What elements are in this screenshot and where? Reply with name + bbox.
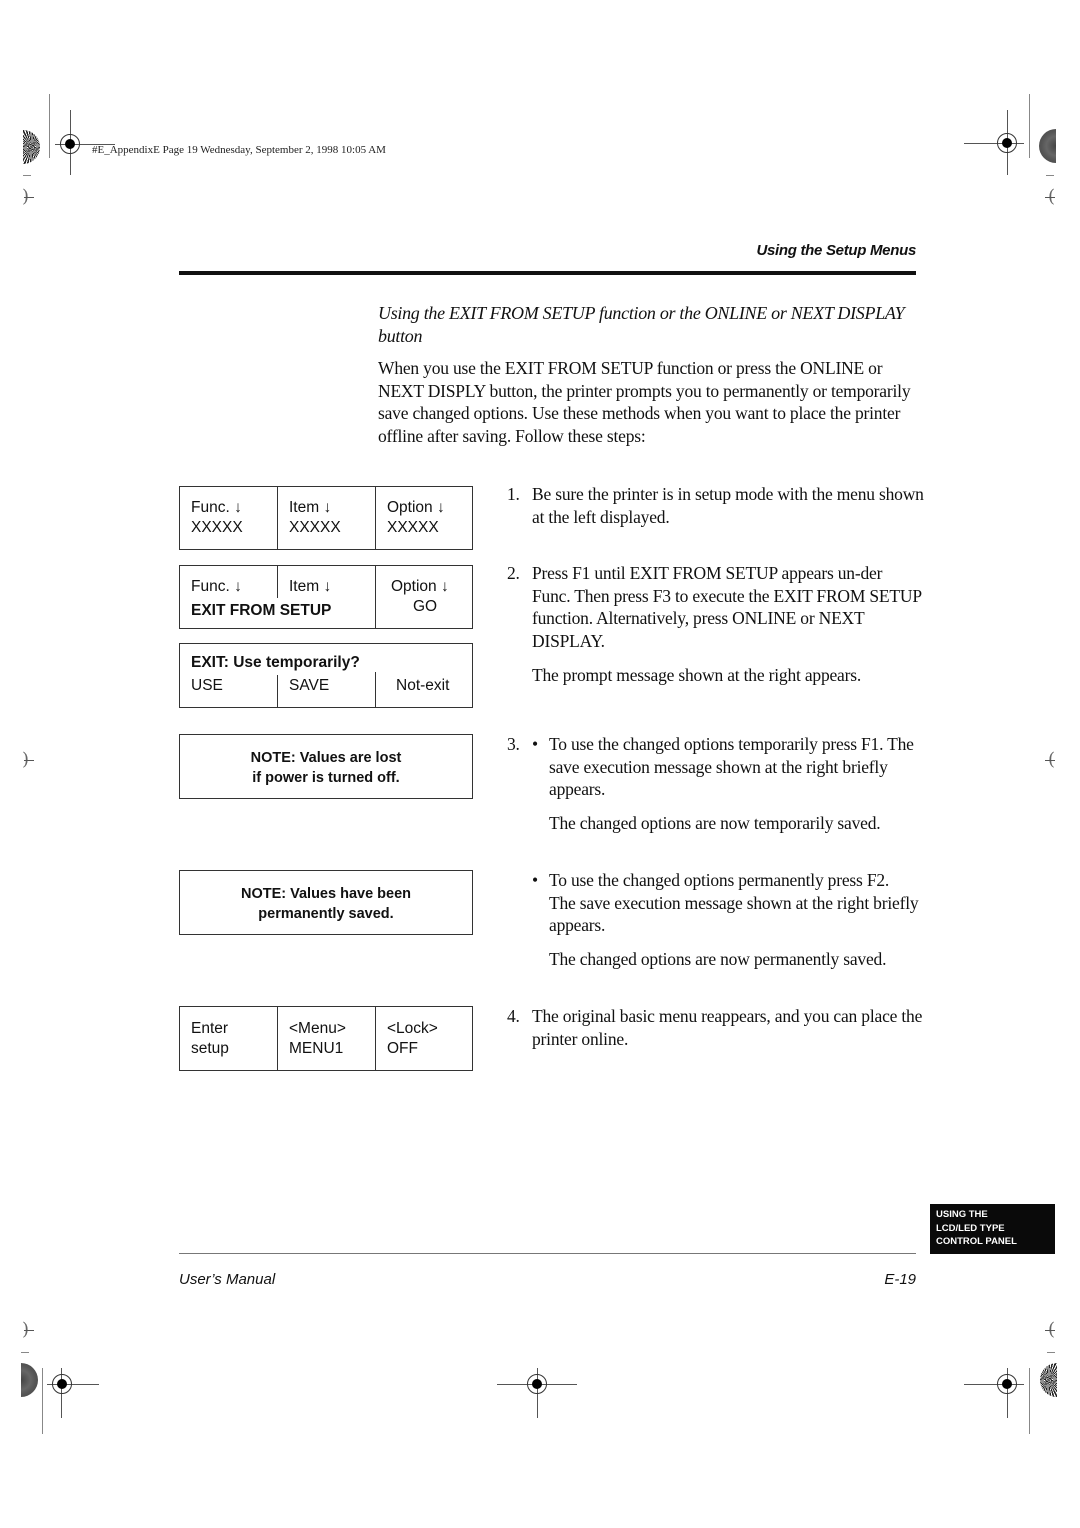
page-number: E-19	[884, 1271, 916, 1288]
chapter-tab: USING THE LCD/LED TYPE CONTROL PANEL	[930, 1204, 1055, 1254]
step-text: To use the changed options permanently p…	[549, 870, 919, 935]
section-title: Using the EXIT FROM SETUP function or th…	[378, 303, 905, 346]
lcd-func-label: Func. ↓	[191, 499, 242, 516]
print-slug: #E_AppendixE Page 19 Wednesday, Septembe…	[92, 144, 386, 156]
lcd-func-label: Func. ↓	[191, 578, 242, 595]
lcd-setup-label: setup	[191, 1040, 229, 1057]
divider	[277, 566, 278, 598]
note-line: NOTE: Values are lost	[250, 750, 402, 766]
divider	[277, 675, 278, 707]
note-line: NOTE: Values have been	[240, 886, 412, 902]
step-followup: The prompt message shown at the right ap…	[532, 665, 862, 685]
lcd-display-basic-menu: Enter setup <Menu> MENU1 <Lock> OFF	[179, 1006, 473, 1071]
registration-target-icon	[997, 133, 1017, 153]
registration-target-icon	[997, 1374, 1017, 1394]
step-text: The original basic menu reappears, and y…	[532, 1006, 923, 1049]
lcd-item-value: XXXXX	[289, 519, 341, 536]
lcd-option-value: XXXXX	[387, 519, 439, 536]
registration-target-icon	[60, 134, 80, 154]
step-number: 3.	[507, 734, 520, 754]
footer-manual-title: User’s Manual	[179, 1271, 276, 1288]
step-text: To use the changed options temporarily p…	[549, 734, 914, 799]
registration-target-icon	[52, 1374, 72, 1394]
divider	[277, 1007, 278, 1070]
crop-mark	[1045, 197, 1055, 198]
registration-disc-icon	[21, 1363, 38, 1397]
divider	[375, 1007, 376, 1070]
crop-mark	[42, 1368, 43, 1434]
lcd-menu-value: MENU1	[289, 1040, 344, 1057]
lcd-menu-label: <Menu>	[289, 1020, 346, 1037]
lcd-lock-label: <Lock>	[387, 1020, 438, 1037]
crop-mark	[24, 1330, 34, 1331]
crop-mark	[1046, 175, 1054, 176]
step-followup: The changed options are now temporarily …	[549, 813, 881, 833]
divider	[277, 487, 278, 549]
lcd-func-value: XXXXX	[191, 519, 243, 536]
registration-disc-icon	[1039, 129, 1056, 163]
lcd-display-exit-setup: Func. ↓ Item ↓ EXIT FROM SETUP Option ↓ …	[179, 565, 473, 629]
registration-disc-icon	[1040, 1363, 1057, 1397]
lcd-prompt-title: EXIT: Use temporarily?	[191, 654, 360, 671]
lcd-display-menu: Func. ↓ XXXXX Item ↓ XXXXX Option ↓ XXXX…	[179, 486, 473, 550]
crop-mark	[24, 197, 34, 198]
lcd-option-save: SAVE	[289, 677, 330, 694]
lcd-display-prompt: EXIT: Use temporarily? USE SAVE Not-exit	[179, 643, 473, 708]
step-text: Press F1 until EXIT FROM SETUP appears u…	[532, 563, 922, 651]
note-line: permanently saved.	[258, 906, 394, 922]
crop-mark	[1047, 1352, 1055, 1353]
running-head: Using the Setup Menus	[756, 242, 916, 259]
lcd-func-value: EXIT FROM SETUP	[191, 602, 332, 619]
crop-mark	[1045, 760, 1055, 761]
note-permanent-box: NOTE: Values have been permanently saved…	[179, 870, 473, 935]
step-number: 4.	[507, 1006, 520, 1026]
divider	[375, 672, 376, 707]
footer-rule	[179, 1253, 916, 1254]
crop-mark	[1045, 1330, 1055, 1331]
lcd-option-value: GO	[413, 598, 438, 615]
crop-mark	[23, 175, 31, 176]
lcd-option-use: USE	[191, 677, 223, 694]
lcd-option-label: Option ↓	[391, 578, 449, 595]
bullet-icon: •	[532, 734, 538, 754]
chapter-tab-line: CONTROL PANEL	[936, 1236, 1017, 1247]
crop-mark	[24, 760, 34, 761]
intro-paragraph: When you use the EXIT FROM SETUP functio…	[378, 358, 911, 446]
crop-mark	[49, 94, 50, 158]
registration-target-icon	[527, 1374, 547, 1394]
divider	[375, 487, 376, 549]
crop-mark	[1029, 94, 1030, 158]
lcd-option-not-exit: Not-exit	[396, 677, 450, 694]
divider	[375, 566, 376, 628]
header-rule	[179, 271, 916, 275]
step-number: 2.	[507, 563, 520, 583]
lcd-enter-label: Enter	[191, 1020, 229, 1037]
bullet-icon: •	[532, 870, 538, 890]
crop-mark	[21, 1352, 29, 1353]
crop-mark	[1029, 1368, 1030, 1434]
lcd-item-label: Item ↓	[289, 578, 332, 595]
note-line: if power is turned off.	[252, 770, 400, 786]
step-number: 1.	[507, 484, 520, 504]
lcd-option-label: Option ↓	[387, 499, 445, 516]
registration-disc-icon	[23, 130, 40, 164]
lcd-item-label: Item ↓	[289, 499, 332, 516]
note-temporary-box: NOTE: Values are lost if power is turned…	[179, 734, 473, 799]
lcd-lock-value: OFF	[387, 1040, 418, 1057]
step-followup: The changed options are now permanently …	[549, 949, 887, 969]
chapter-tab-line: LCD/LED TYPE	[936, 1222, 1005, 1234]
chapter-tab-line: USING THE	[936, 1209, 988, 1220]
step-text: Be sure the printer is in setup mode wit…	[532, 484, 924, 527]
